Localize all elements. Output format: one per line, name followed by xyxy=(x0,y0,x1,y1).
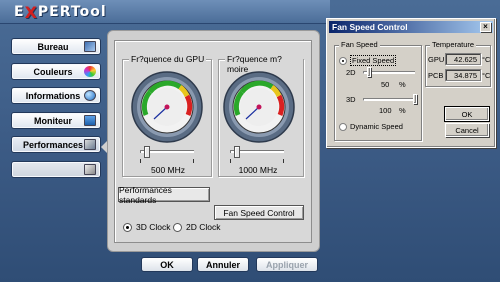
gpu-frequency-value: 500 MHz xyxy=(150,165,185,175)
logo-accent-letter: X xyxy=(24,2,38,22)
temperature-group-title: Temperature xyxy=(430,40,477,49)
memory-gauge xyxy=(223,71,295,143)
nav-extra-button[interactable] xyxy=(11,161,101,178)
speed-3d-slider-track[interactable] xyxy=(363,98,415,101)
extra-icon xyxy=(84,164,96,175)
gpu-slider-ticks xyxy=(140,159,194,163)
memory-slider-ticks xyxy=(230,159,284,163)
dialog-cancel-button[interactable]: Cancel xyxy=(445,123,489,137)
fixed-speed-radio-dot[interactable] xyxy=(339,56,347,65)
clock-2d-label: 2D Clock xyxy=(186,222,221,232)
speed-3d-label: 3D xyxy=(346,95,356,104)
speed-3d-unit: % xyxy=(399,106,406,115)
nav-moniteur-button[interactable]: Moniteur xyxy=(11,112,101,129)
speed-2d-slider-thumb[interactable] xyxy=(367,67,371,77)
color-palette-icon xyxy=(84,66,96,77)
logo-rest: PERTool xyxy=(37,4,107,20)
speed-2d-value: 50 xyxy=(381,80,390,89)
memory-frequency-value: 1000 MHz xyxy=(238,165,278,175)
dynamic-speed-radio-dot[interactable] xyxy=(339,122,347,131)
desktop-icon xyxy=(84,41,96,52)
gpu-temp-unit: °C xyxy=(482,55,491,64)
monitor-icon xyxy=(84,115,96,126)
nav-performances-button[interactable]: Performances xyxy=(11,136,101,153)
fixed-speed-label: Fixed Speed xyxy=(350,55,397,66)
cancel-button[interactable]: Annuler xyxy=(197,257,249,272)
standard-performance-button[interactable]: Performances standards xyxy=(118,185,210,205)
speed-2d-unit: % xyxy=(399,80,406,89)
fan-speed-group-title: Fan Speed xyxy=(339,40,380,49)
clock-3d-radio-dot[interactable] xyxy=(123,222,132,232)
speed-3d-value: 100 xyxy=(379,106,392,115)
pcb-temp-field: 34.875 xyxy=(445,69,481,81)
speed-2d-label: 2D xyxy=(346,68,356,77)
fan-speed-control-button[interactable]: Fan Speed Control xyxy=(214,205,304,220)
memory-slider-thumb[interactable] xyxy=(234,146,240,158)
gpu-slider-thumb[interactable] xyxy=(144,146,150,158)
fan-dialog-title: Fan Speed Control xyxy=(332,22,408,32)
clock-3d-radio[interactable]: 3D Clock xyxy=(123,222,170,232)
nav-informations-button[interactable]: Informations xyxy=(11,87,101,104)
clock-2d-radio[interactable]: 2D Clock xyxy=(173,222,220,232)
gpu-gauge xyxy=(131,71,203,143)
nav-bureau-button[interactable]: Bureau xyxy=(11,38,101,55)
pcb-temp-unit: °C xyxy=(482,71,491,80)
ok-button[interactable]: OK xyxy=(141,257,193,272)
clock-2d-radio-dot[interactable] xyxy=(173,222,182,232)
dynamic-speed-radio[interactable]: Dynamic Speed xyxy=(339,122,403,131)
dynamic-speed-label: Dynamic Speed xyxy=(350,122,403,131)
logo-initial: E xyxy=(14,4,25,20)
fan-speed-dialog: Fan Speed Control × Fan Speed Fixed Spee… xyxy=(326,18,496,148)
clock-3d-label: 3D Clock xyxy=(136,222,171,232)
apply-button[interactable]: Appliquer xyxy=(256,257,318,272)
fan-dialog-titlebar: Fan Speed Control × xyxy=(329,21,493,33)
dialog-ok-button[interactable]: OK xyxy=(444,106,490,122)
close-icon[interactable]: × xyxy=(480,22,491,32)
expertool-logo: E X PERTool xyxy=(8,2,113,22)
gpu-frequency-title: Fr?quence du GPU xyxy=(129,54,207,64)
performance-icon xyxy=(84,139,96,150)
info-globe-icon xyxy=(84,90,96,101)
nav-couleurs-button[interactable]: Couleurs xyxy=(11,63,101,80)
speed-3d-slider-thumb[interactable] xyxy=(413,94,417,104)
gpu-temp-field: 42.625 xyxy=(445,53,481,65)
fixed-speed-radio[interactable]: Fixed Speed xyxy=(339,55,397,66)
